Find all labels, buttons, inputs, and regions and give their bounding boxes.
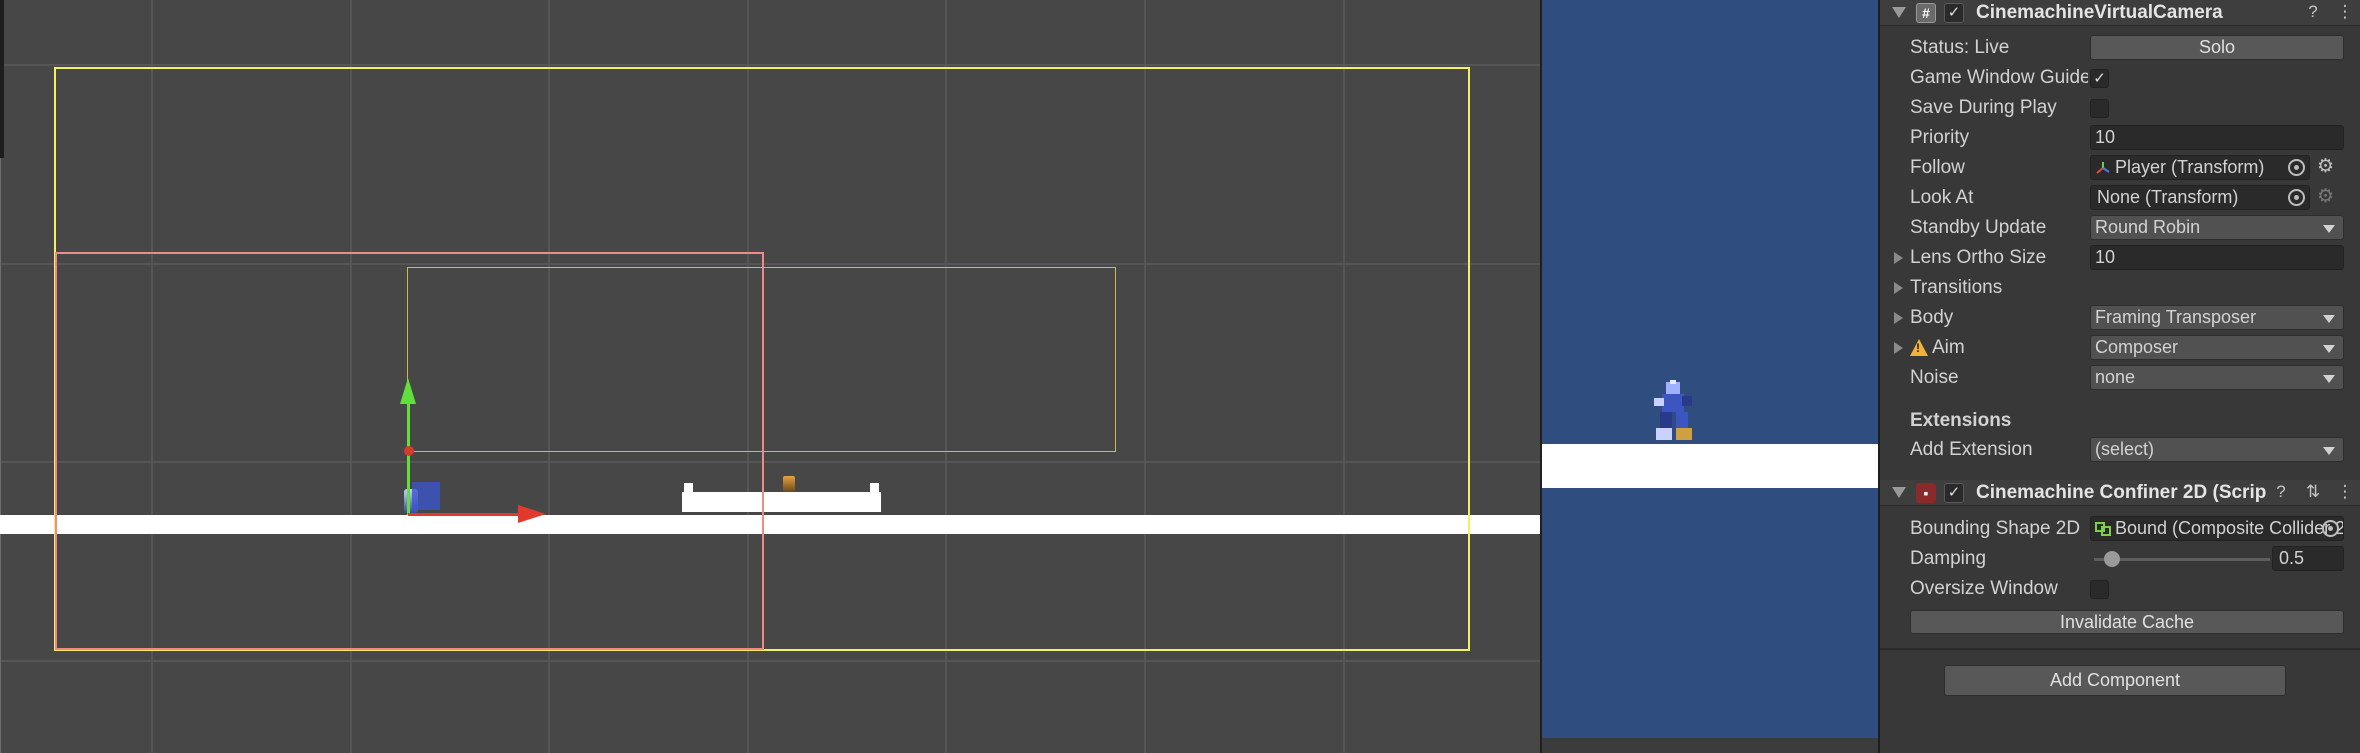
move-gizmo-plane-handle[interactable] bbox=[412, 482, 440, 510]
scene-view[interactable] bbox=[0, 0, 1540, 753]
game-window-guides-row: Game Window Guides ✓ bbox=[1880, 63, 2360, 93]
add-component-button[interactable]: Add Component bbox=[1944, 665, 2286, 696]
damping-slider-track[interactable] bbox=[2094, 558, 2270, 561]
gear-icon[interactable]: ⚙ bbox=[2317, 157, 2360, 177]
standby-update-row: Standby Update Round Robin bbox=[1880, 213, 2360, 243]
body-dropdown[interactable]: Framing Transposer bbox=[2090, 305, 2344, 330]
look-at-value: None (Transform) bbox=[2097, 187, 2239, 207]
body-label[interactable]: Body bbox=[1910, 307, 2088, 329]
invalidate-cache-button[interactable]: Invalidate Cache bbox=[1910, 610, 2344, 634]
game-player-sprite bbox=[1654, 380, 1692, 440]
component-title: Cinemachine Confiner 2D (Script) bbox=[1976, 481, 2266, 503]
confiner-script-icon: ▪ bbox=[1916, 482, 1936, 503]
extensions-heading: Extensions bbox=[1910, 410, 2012, 431]
collapse-arrow-icon[interactable] bbox=[1892, 487, 1906, 498]
inspector-divider bbox=[1880, 648, 2360, 650]
foldout-arrow-icon[interactable] bbox=[1894, 252, 1903, 264]
game-ground bbox=[1542, 444, 1880, 488]
game-window-guides-toggle[interactable]: ✓ bbox=[2090, 69, 2109, 88]
virtual-camera-enabled-toggle[interactable]: ✓ bbox=[1944, 2, 1964, 23]
standby-update-dropdown[interactable]: Round Robin bbox=[2090, 215, 2344, 240]
foldout-arrow-icon[interactable] bbox=[1894, 282, 1903, 294]
priority-row: Priority 10 bbox=[1880, 123, 2360, 153]
confiner-enabled-toggle[interactable]: ✓ bbox=[1944, 482, 1964, 503]
save-during-play-row: Save During Play bbox=[1880, 93, 2360, 123]
add-extension-dropdown[interactable]: (select) bbox=[2090, 437, 2344, 462]
script-icon: # bbox=[1916, 2, 1936, 23]
look-at-label: Look At bbox=[1910, 187, 1974, 208]
help-icon[interactable]: ? bbox=[2272, 482, 2290, 502]
damping-row: Damping 0.5 bbox=[1880, 544, 2360, 574]
composite-collider-icon bbox=[2095, 522, 2111, 536]
foldout-arrow-icon[interactable] bbox=[1894, 342, 1903, 354]
collapse-arrow-icon[interactable] bbox=[1892, 7, 1906, 18]
bounding-shape-row: Bounding Shape 2D Bound (Composite Colli… bbox=[1880, 514, 2360, 544]
oversize-window-toggle[interactable] bbox=[2090, 580, 2109, 599]
transitions-label[interactable]: Transitions bbox=[1910, 277, 2088, 299]
look-at-row: Look At None (Transform) ⚙ bbox=[1880, 183, 2360, 213]
aim-row: Aim Composer bbox=[1880, 333, 2360, 363]
kebab-menu-icon[interactable]: ⋮ bbox=[2336, 482, 2354, 502]
object-picker-icon[interactable] bbox=[2288, 159, 2305, 176]
aim-label[interactable]: Aim bbox=[1932, 337, 2110, 359]
follow-row: Follow Player (Transform) ⚙ bbox=[1880, 153, 2360, 183]
confiner-header[interactable]: ▪ ✓ Cinemachine Confiner 2D (Script) ? ⇅… bbox=[1880, 480, 2360, 506]
priority-label: Priority bbox=[1910, 127, 1970, 148]
virtual-camera-header[interactable]: # ✓ CinemachineVirtualCamera ? ⋮ bbox=[1880, 0, 2360, 26]
transitions-row[interactable]: Transitions bbox=[1880, 273, 2360, 303]
camera-pivot-dot bbox=[404, 446, 414, 456]
follow-label: Follow bbox=[1910, 157, 1965, 178]
move-gizmo-x-axis[interactable] bbox=[408, 513, 528, 516]
game-window-guides-label: Game Window Guides bbox=[1910, 67, 2088, 88]
status-row: Status: Live Solo bbox=[1880, 33, 2360, 63]
game-view[interactable] bbox=[1540, 0, 1880, 753]
lens-row: Lens Ortho Size 10 bbox=[1880, 243, 2360, 273]
solo-button[interactable]: Solo bbox=[2090, 35, 2344, 60]
inspector-panel: # ✓ CinemachineVirtualCamera ? ⋮ Status:… bbox=[1878, 0, 2360, 753]
component-title: CinemachineVirtualCamera bbox=[1976, 1, 2223, 23]
oversize-window-label: Oversize Window bbox=[1910, 578, 2058, 599]
noise-row: Noise none bbox=[1880, 363, 2360, 393]
follow-field[interactable]: Player (Transform) bbox=[2090, 155, 2310, 180]
object-picker-icon[interactable] bbox=[2322, 520, 2339, 537]
help-icon[interactable]: ? bbox=[2304, 2, 2322, 22]
save-during-play-toggle[interactable] bbox=[2090, 99, 2109, 118]
priority-field[interactable]: 10 bbox=[2090, 125, 2344, 150]
damping-field[interactable]: 0.5 bbox=[2272, 546, 2344, 571]
object-picker-icon[interactable] bbox=[2288, 189, 2305, 206]
damping-slider-knob[interactable] bbox=[2103, 551, 2120, 567]
add-extension-row: Add Extension (select) bbox=[1880, 435, 2360, 465]
kebab-menu-icon[interactable]: ⋮ bbox=[2336, 2, 2354, 22]
bounding-shape-field[interactable]: Bound (Composite Collider 2D) bbox=[2090, 516, 2344, 541]
move-gizmo-x-arrow[interactable] bbox=[518, 505, 546, 523]
bounding-shape-label: Bounding Shape 2D bbox=[1910, 518, 2081, 539]
oversize-window-row: Oversize Window bbox=[1880, 574, 2360, 604]
foldout-arrow-icon[interactable] bbox=[1894, 312, 1903, 324]
save-during-play-label: Save During Play bbox=[1910, 97, 2057, 118]
move-gizmo-y-arrow[interactable] bbox=[400, 378, 416, 404]
bounding-shape-value: Bound (Composite Collider 2D) bbox=[2115, 518, 2344, 538]
status-label: Status: Live bbox=[1910, 37, 2010, 58]
scene-edge-tab bbox=[0, 0, 4, 158]
noise-label: Noise bbox=[1910, 367, 1959, 388]
add-extension-label: Add Extension bbox=[1910, 439, 2033, 460]
transform-icon bbox=[2096, 162, 2110, 174]
aim-dropdown[interactable]: Composer bbox=[2090, 335, 2344, 360]
game-view-footer bbox=[1542, 738, 1880, 753]
damping-label: Damping bbox=[1910, 548, 1987, 569]
presets-icon[interactable]: ⇅ bbox=[2304, 482, 2322, 502]
standby-update-label: Standby Update bbox=[1910, 217, 2047, 238]
follow-value: Player (Transform) bbox=[2115, 157, 2265, 177]
lens-label[interactable]: Lens Ortho Size bbox=[1910, 247, 2088, 269]
warning-icon bbox=[1910, 339, 1928, 356]
noise-dropdown[interactable]: none bbox=[2090, 365, 2344, 390]
body-row: Body Framing Transposer bbox=[1880, 303, 2360, 333]
gear-icon: ⚙ bbox=[2317, 186, 2335, 207]
look-at-field[interactable]: None (Transform) bbox=[2090, 185, 2310, 210]
lens-ortho-size-field[interactable]: 10 bbox=[2090, 245, 2344, 270]
